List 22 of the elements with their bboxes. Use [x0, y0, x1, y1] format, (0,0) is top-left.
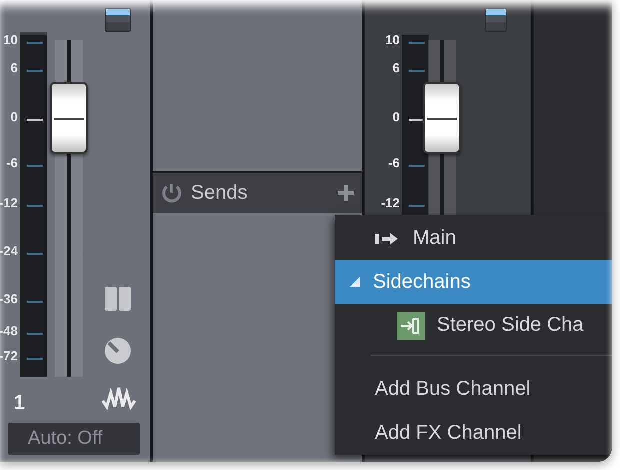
automation-button[interactable]: Auto: Off — [8, 423, 140, 455]
menu-item[interactable]: Stereo Side Cha — [335, 304, 612, 348]
scale-label: 0 — [392, 110, 400, 124]
scale-label: -36 — [0, 292, 18, 306]
channel-number: 1 — [14, 392, 26, 415]
sends-title: Sends — [191, 182, 249, 204]
scale-label: -12 — [381, 196, 400, 210]
menu-item[interactable]: Add FX Channel — [335, 412, 612, 456]
scale-label: -6 — [6, 156, 18, 170]
scale-label: 10 — [386, 32, 400, 48]
scale-label: -48 — [0, 324, 18, 338]
scale-label: 6 — [392, 60, 400, 76]
scale-label: 0 — [10, 110, 18, 124]
menu-item[interactable]: Sidechains — [335, 260, 612, 304]
scale-label: -72 — [0, 348, 18, 364]
scale-label: -12 — [0, 196, 18, 210]
scale-label: 10 — [4, 32, 18, 48]
scale-label: 6 — [10, 60, 18, 76]
menu-item[interactable]: Add Bus Channel — [335, 368, 612, 412]
menu-item[interactable]: Main — [335, 217, 612, 260]
scale-label: -24 — [0, 244, 18, 258]
scale-label: -6 — [388, 156, 400, 170]
